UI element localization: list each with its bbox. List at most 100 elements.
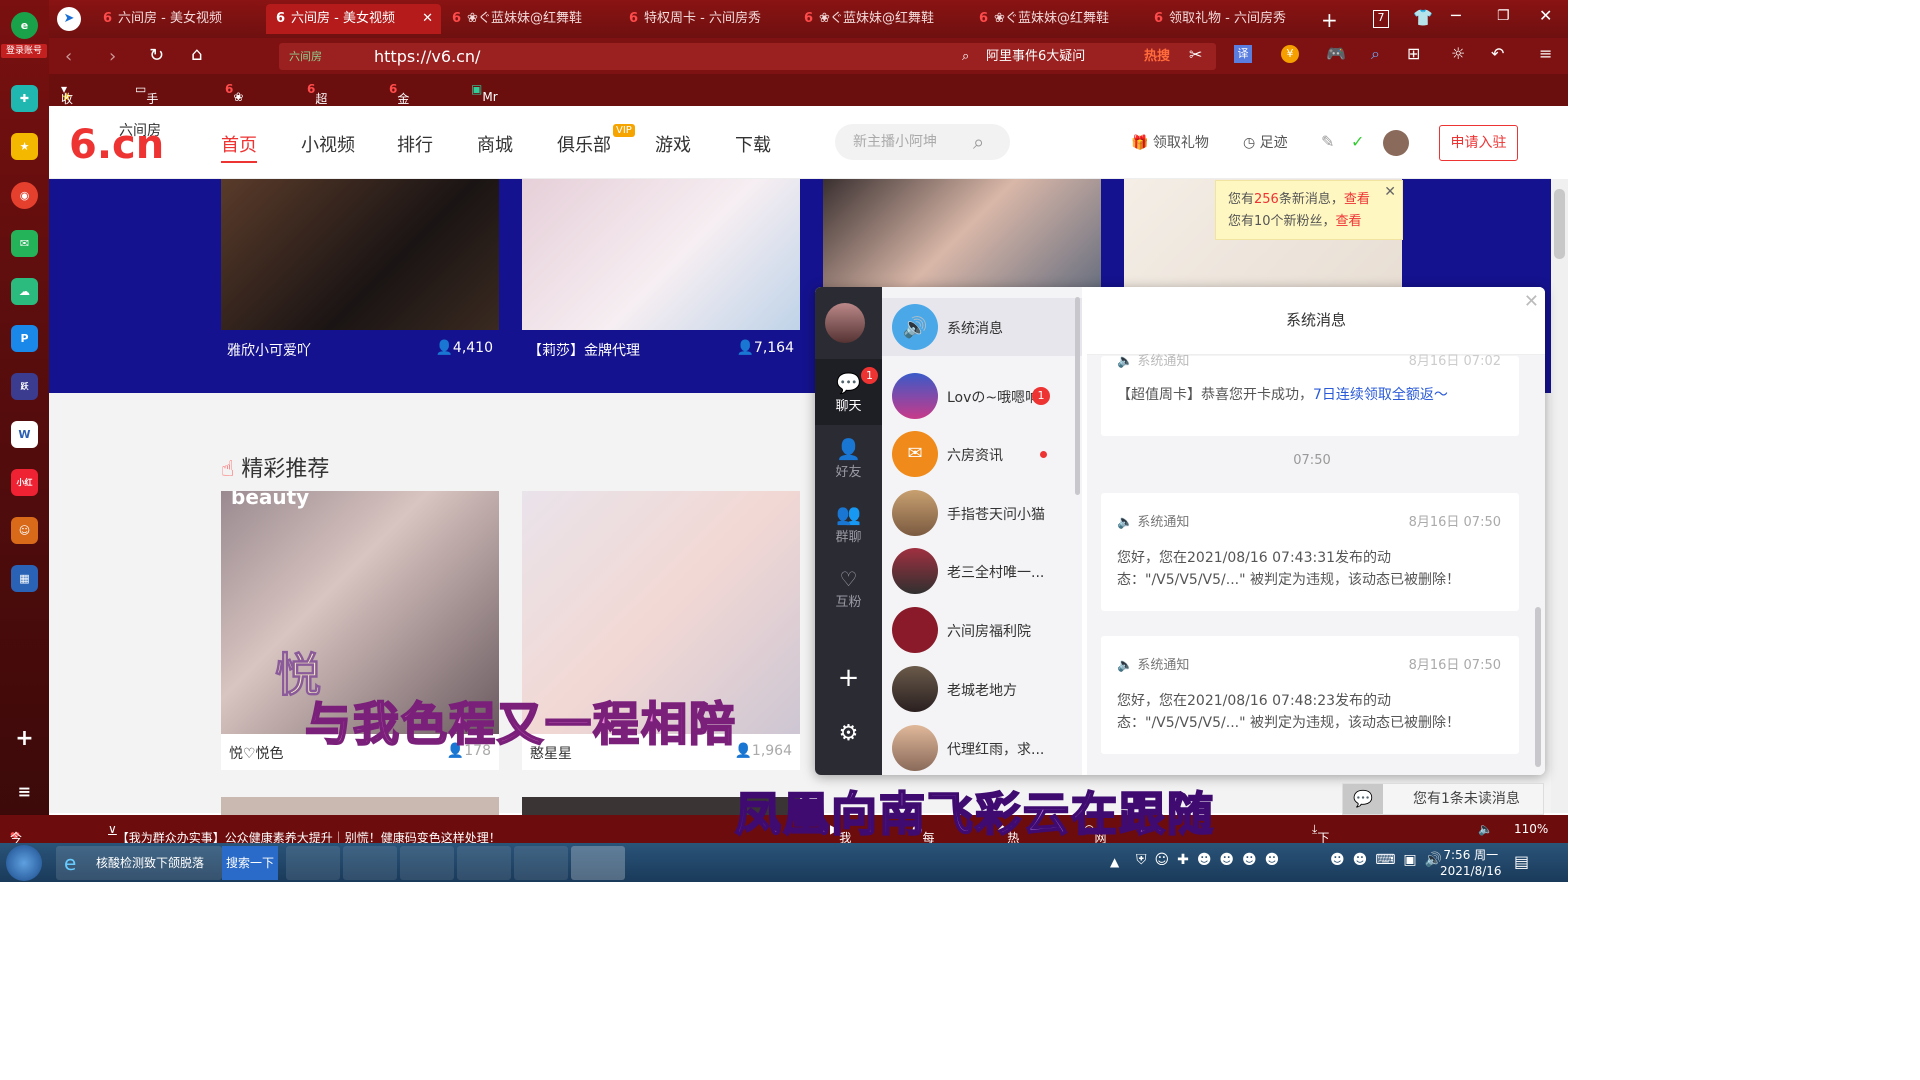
nav-mutual-fans[interactable]: ♡ 互粉 [815,567,882,610]
nav-home[interactable]: 首页 [221,131,257,163]
footprint-link[interactable]: ◷ 足迹 [1243,132,1288,152]
gamepad-icon[interactable]: 🎮 [1326,44,1346,63]
home-icon[interactable]: ⌂ [191,44,202,65]
coin-icon[interactable]: ¥ [1281,45,1299,63]
puzzle-icon[interactable]: ✚ [11,85,38,112]
game-icon[interactable]: 跃 [11,373,38,400]
tab-active[interactable]: 6 六间房 - 美女视频 ✕ [266,4,441,34]
nav-rank[interactable]: 排行 [397,131,433,157]
scissors-icon[interactable]: ✂ [1189,45,1202,64]
gift-link[interactable]: 🎁 领取礼物 [1131,132,1209,152]
minimize-icon[interactable]: ─ [1451,6,1461,25]
clock[interactable]: 7:56 周一 2021/8/16 [1440,847,1502,879]
taskbar-app-browser[interactable] [457,846,511,880]
navigation-icon[interactable]: ➤ [57,7,81,31]
scrollbar-thumb[interactable] [1554,189,1565,259]
avatar-game-icon[interactable]: ☺ [11,517,38,544]
tray-expand-icon[interactable]: ▲ [1110,855,1119,869]
message-scrollbar[interactable] [1535,607,1541,767]
conversation-item[interactable]: 六间房福利院 [882,601,1082,659]
conversation-item[interactable]: 🔊 系统消息 [882,298,1082,356]
conversation-item[interactable]: Lovの~哦嗯呐 1 [882,367,1082,425]
taskbar-app-game[interactable] [571,846,625,880]
close-window-icon[interactable]: ✕ [1539,6,1552,25]
bookmark-item[interactable]: ▣ Mr小多 [471,82,498,137]
magnifier-icon[interactable]: ⌕ [1371,44,1380,64]
taskbar-app-player[interactable] [514,846,568,880]
view-fans-link[interactable]: 查看 [1336,214,1362,229]
apply-join-button[interactable]: 申请入驻 [1439,125,1518,161]
conversation-item[interactable]: ✉ 六房资讯 [882,425,1082,483]
site-search-input[interactable]: 新主播小阿坤 ⌕ [835,124,1010,160]
shirt-icon[interactable]: 👕 [1413,8,1433,27]
taskbar-ie-window[interactable]: e 核酸检测致下颌脱落 [56,846,222,880]
nav-chat[interactable]: 💬 聊天 1 [815,367,882,414]
word-icon[interactable]: W [11,421,38,448]
tab[interactable]: 6 特权周卡 - 六间房秀 [619,4,794,34]
grid-icon[interactable]: ⊞ [1407,44,1420,63]
status-download[interactable]: ⤓ 下载 [1312,822,1329,862]
conversation-item[interactable]: 代理红雨，求... [882,719,1082,775]
tab[interactable]: 6 ❀ぐ蓝妹妹@红舞鞋 [794,4,969,34]
nav-club[interactable]: 俱乐部 [557,131,611,157]
back-icon[interactable]: ‹ [65,46,72,67]
browser-logo-icon[interactable]: e [11,12,38,39]
bookmark-item[interactable]: 6 超级周卡 [307,82,327,157]
mail-icon[interactable]: ✉ [11,230,38,257]
start-button[interactable] [6,845,42,881]
message-link[interactable]: 7日连续领取全额返～ [1313,387,1448,403]
weibo-icon[interactable]: ◉ [11,182,38,209]
close-icon[interactable]: ✕ [1384,181,1396,203]
add-icon[interactable]: + [11,725,38,752]
nav-friends[interactable]: 👤 好友 [815,437,882,480]
browser-search-bar[interactable]: ⌕ 阿里事件6大疑问 热搜 [954,43,1216,70]
taskbar-app-explorer[interactable] [400,846,454,880]
tab[interactable]: 6 ❀ぐ蓝妹妹@红舞鞋 [969,4,1144,34]
zoom-level[interactable]: 110% [1514,822,1548,836]
tab[interactable]: 6 ❀ぐ蓝妹妹@红舞鞋 [442,4,617,34]
city-icon[interactable]: ▦ [11,565,38,592]
restore-icon[interactable]: ❐ [1497,8,1510,24]
bookmark-item[interactable]: 6 金蟾捕鱼 [389,82,409,157]
nav-groups[interactable]: 👥 群聊 [815,502,882,545]
conversation-item[interactable]: 老城老地方 [882,660,1082,718]
refresh-icon[interactable]: ↻ [149,45,164,66]
settings-icon[interactable]: ⚙ [815,721,882,746]
tray-icons[interactable]: ⛨☺✚☻☻☻☻ [1136,852,1287,868]
taskbar-app-k[interactable] [286,846,340,880]
nav-games[interactable]: 游戏 [655,131,691,157]
translate-icon[interactable]: 译 [1234,45,1252,63]
nav-mall[interactable]: 商城 [477,131,513,157]
edit-icon[interactable]: ✎ [1321,132,1334,151]
check-icon[interactable]: ✓ [1351,132,1364,151]
bookmark-item[interactable]: 6 ❀ぐ蓝妹 [225,82,245,154]
tab-count[interactable]: 7 [1373,10,1389,28]
bookmark-favorites[interactable]: ★ 收藏 ▾ [61,82,73,123]
bookmark-item[interactable]: ▭ 手机收藏夹 [135,82,158,174]
p-icon[interactable]: P [11,325,38,352]
menu-icon[interactable]: ≡ [11,778,38,805]
undo-icon[interactable]: ↶ [1491,44,1504,63]
tab[interactable]: 6 六间房 - 美女视频 [93,4,268,34]
page-scrollbar[interactable] [1551,179,1568,813]
login-account-button[interactable]: 登录账号 [1,44,47,58]
close-tab-icon[interactable]: ✕ [422,4,433,34]
volume-icon[interactable]: 🔈 [1478,822,1493,836]
taskbar-app-ie[interactable] [343,846,397,880]
star-icon[interactable]: ★ [11,133,38,160]
brightness-icon[interactable]: ☼ [1451,44,1465,63]
tray-icons-2[interactable]: ☻☻⌨▣🔊 [1330,852,1450,868]
new-tab-icon[interactable]: + [1321,8,1338,32]
live-card[interactable] [823,179,1101,287]
add-icon[interactable]: + [815,663,882,693]
conversation-item[interactable]: 手指苍天问小猫 [882,484,1082,542]
news-ticker[interactable]: ∨ 【我为群众办实事】公众健康素养大提升｜别慌！健康码变色这样处理！ [108,822,501,845]
my-avatar[interactable] [825,303,865,343]
list-scrollbar[interactable] [1075,297,1080,495]
search-icon[interactable]: ⌕ [973,124,984,160]
view-messages-link[interactable]: 查看 [1344,192,1370,207]
menu-icon[interactable]: ≡ [1539,44,1552,63]
live-card[interactable]: 【莉莎】金牌代理 👤7,164 [522,179,800,365]
cloud-icon[interactable]: ☁ [11,278,38,305]
forward-icon[interactable]: › [109,46,116,67]
